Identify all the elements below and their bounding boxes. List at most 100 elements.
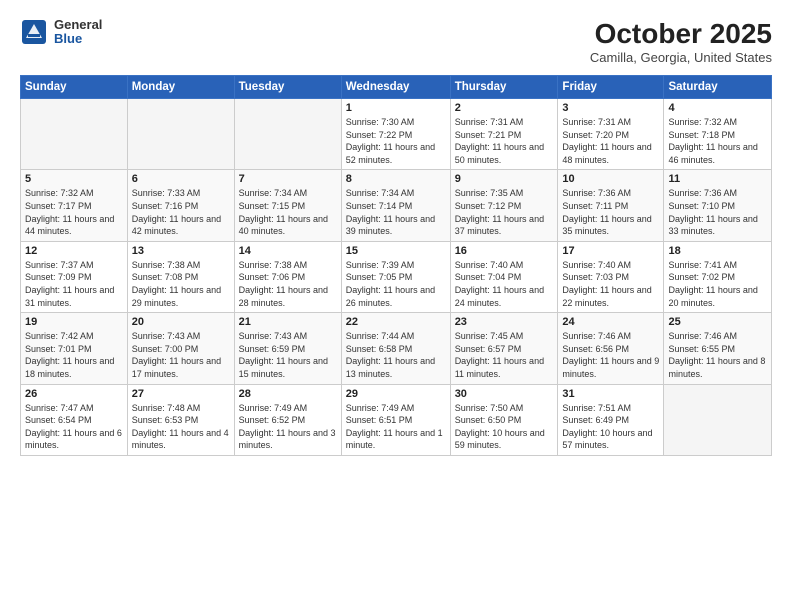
header-row: Sunday Monday Tuesday Wednesday Thursday… bbox=[21, 76, 772, 99]
calendar-cell: 13 Sunrise: 7:38 AM Sunset: 7:08 PM Dayli… bbox=[127, 241, 234, 312]
day-number: 20 bbox=[132, 316, 230, 328]
calendar-cell: 19 Sunrise: 7:42 AM Sunset: 7:01 PM Dayli… bbox=[21, 313, 128, 384]
day-number: 22 bbox=[346, 316, 446, 328]
day-number: 13 bbox=[132, 245, 230, 257]
calendar-cell: 18 Sunrise: 7:41 AM Sunset: 7:02 PM Dayli… bbox=[664, 241, 772, 312]
col-tuesday: Tuesday bbox=[234, 76, 341, 99]
logo-blue-text: Blue bbox=[54, 32, 102, 46]
calendar-cell: 8Sunrise: 7:34 AM Sunset: 7:14 PM Daylig… bbox=[341, 170, 450, 241]
week-row-1: 1 Sunrise: 7:30 AM Sunset: 7:22 PM Daylig… bbox=[21, 99, 772, 170]
day-info: Sunrise: 7:34 AM Sunset: 7:15 PM Dayligh… bbox=[239, 187, 337, 237]
day-info: Sunrise: 7:46 AM Sunset: 6:55 PM Dayligh… bbox=[668, 330, 767, 380]
day-info: Sunrise: 7:32 AM Sunset: 7:17 PM Dayligh… bbox=[25, 187, 123, 237]
day-info: Sunrise: 7:46 AM Sunset: 6:56 PM Dayligh… bbox=[562, 330, 659, 380]
day-number: 4 bbox=[668, 102, 767, 114]
calendar-cell: 16 Sunrise: 7:40 AM Sunset: 7:04 PM Dayli… bbox=[450, 241, 558, 312]
day-number: 5 bbox=[25, 173, 123, 185]
calendar-cell: 4 Sunrise: 7:32 AM Sunset: 7:18 PM Daylig… bbox=[664, 99, 772, 170]
day-number: 14 bbox=[239, 245, 337, 257]
day-info: Sunrise: 7:38 AM Sunset: 7:06 PM Dayligh… bbox=[239, 259, 337, 309]
calendar-cell bbox=[234, 99, 341, 170]
calendar-cell bbox=[664, 384, 772, 455]
day-number: 23 bbox=[455, 316, 554, 328]
day-info: Sunrise: 7:42 AM Sunset: 7:01 PM Dayligh… bbox=[25, 330, 123, 380]
day-info: Sunrise: 7:32 AM Sunset: 7:18 PM Dayligh… bbox=[668, 116, 767, 166]
day-info: Sunrise: 7:31 AM Sunset: 7:21 PM Dayligh… bbox=[455, 116, 554, 166]
day-info: Sunrise: 7:40 AM Sunset: 7:04 PM Dayligh… bbox=[455, 259, 554, 309]
week-row-4: 19 Sunrise: 7:42 AM Sunset: 7:01 PM Dayli… bbox=[21, 313, 772, 384]
day-info: Sunrise: 7:36 AM Sunset: 7:11 PM Dayligh… bbox=[562, 187, 659, 237]
calendar-cell: 25Sunrise: 7:46 AM Sunset: 6:55 PM Dayli… bbox=[664, 313, 772, 384]
day-number: 10 bbox=[562, 173, 659, 185]
day-info: Sunrise: 7:30 AM Sunset: 7:22 PM Dayligh… bbox=[346, 116, 446, 166]
day-info: Sunrise: 7:48 AM Sunset: 6:53 PM Dayligh… bbox=[132, 402, 230, 452]
logo-icon bbox=[20, 18, 48, 46]
day-number: 2 bbox=[455, 102, 554, 114]
day-info: Sunrise: 7:41 AM Sunset: 7:02 PM Dayligh… bbox=[668, 259, 767, 309]
day-number: 1 bbox=[346, 102, 446, 114]
col-sunday: Sunday bbox=[21, 76, 128, 99]
day-number: 21 bbox=[239, 316, 337, 328]
day-number: 31 bbox=[562, 388, 659, 400]
calendar-cell: 10 Sunrise: 7:36 AM Sunset: 7:11 PM Dayli… bbox=[558, 170, 664, 241]
calendar-cell bbox=[21, 99, 128, 170]
calendar-cell: 23Sunrise: 7:45 AM Sunset: 6:57 PM Dayli… bbox=[450, 313, 558, 384]
col-wednesday: Wednesday bbox=[341, 76, 450, 99]
calendar-cell: 9 Sunrise: 7:35 AM Sunset: 7:12 PM Daylig… bbox=[450, 170, 558, 241]
day-number: 30 bbox=[455, 388, 554, 400]
day-info: Sunrise: 7:47 AM Sunset: 6:54 PM Dayligh… bbox=[25, 402, 123, 452]
calendar-cell: 1 Sunrise: 7:30 AM Sunset: 7:22 PM Daylig… bbox=[341, 99, 450, 170]
title-block: October 2025 Camilla, Georgia, United St… bbox=[590, 18, 772, 65]
page: General Blue October 2025 Camilla, Georg… bbox=[0, 0, 792, 612]
day-info: Sunrise: 7:37 AM Sunset: 7:09 PM Dayligh… bbox=[25, 259, 123, 309]
col-saturday: Saturday bbox=[664, 76, 772, 99]
day-info: Sunrise: 7:39 AM Sunset: 7:05 PM Dayligh… bbox=[346, 259, 446, 309]
day-number: 11 bbox=[668, 173, 767, 185]
calendar-cell: 22 Sunrise: 7:44 AM Sunset: 6:58 PM Dayli… bbox=[341, 313, 450, 384]
day-number: 12 bbox=[25, 245, 123, 257]
logo-text: General Blue bbox=[54, 18, 102, 47]
day-number: 18 bbox=[668, 245, 767, 257]
day-info: Sunrise: 7:51 AM Sunset: 6:49 PM Dayligh… bbox=[562, 402, 659, 452]
day-number: 26 bbox=[25, 388, 123, 400]
day-number: 9 bbox=[455, 173, 554, 185]
day-info: Sunrise: 7:31 AM Sunset: 7:20 PM Dayligh… bbox=[562, 116, 659, 166]
calendar-cell: 30 Sunrise: 7:50 AM Sunset: 6:50 PM Dayli… bbox=[450, 384, 558, 455]
day-info: Sunrise: 7:34 AM Sunset: 7:14 PM Dayligh… bbox=[346, 187, 446, 237]
day-number: 19 bbox=[25, 316, 123, 328]
day-info: Sunrise: 7:50 AM Sunset: 6:50 PM Dayligh… bbox=[455, 402, 554, 452]
col-thursday: Thursday bbox=[450, 76, 558, 99]
day-number: 24 bbox=[562, 316, 659, 328]
day-number: 6 bbox=[132, 173, 230, 185]
calendar-cell: 12 Sunrise: 7:37 AM Sunset: 7:09 PM Dayli… bbox=[21, 241, 128, 312]
week-row-2: 5 Sunrise: 7:32 AM Sunset: 7:17 PM Daylig… bbox=[21, 170, 772, 241]
logo: General Blue bbox=[20, 18, 102, 47]
calendar-cell: 5 Sunrise: 7:32 AM Sunset: 7:17 PM Daylig… bbox=[21, 170, 128, 241]
calendar-cell: 21Sunrise: 7:43 AM Sunset: 6:59 PM Dayli… bbox=[234, 313, 341, 384]
calendar-cell: 17Sunrise: 7:40 AM Sunset: 7:03 PM Dayli… bbox=[558, 241, 664, 312]
day-info: Sunrise: 7:40 AM Sunset: 7:03 PM Dayligh… bbox=[562, 259, 659, 309]
header: General Blue October 2025 Camilla, Georg… bbox=[20, 18, 772, 65]
logo-general-text: General bbox=[54, 18, 102, 32]
calendar-cell: 31 Sunrise: 7:51 AM Sunset: 6:49 PM Dayli… bbox=[558, 384, 664, 455]
day-number: 16 bbox=[455, 245, 554, 257]
day-info: Sunrise: 7:35 AM Sunset: 7:12 PM Dayligh… bbox=[455, 187, 554, 237]
day-info: Sunrise: 7:44 AM Sunset: 6:58 PM Dayligh… bbox=[346, 330, 446, 380]
calendar-cell: 15 Sunrise: 7:39 AM Sunset: 7:05 PM Dayli… bbox=[341, 241, 450, 312]
calendar: Sunday Monday Tuesday Wednesday Thursday… bbox=[20, 75, 772, 456]
day-info: Sunrise: 7:49 AM Sunset: 6:51 PM Dayligh… bbox=[346, 402, 446, 452]
week-row-5: 26 Sunrise: 7:47 AM Sunset: 6:54 PM Dayli… bbox=[21, 384, 772, 455]
calendar-cell: 20Sunrise: 7:43 AM Sunset: 7:00 PM Dayli… bbox=[127, 313, 234, 384]
day-info: Sunrise: 7:49 AM Sunset: 6:52 PM Dayligh… bbox=[239, 402, 337, 452]
calendar-cell: 3Sunrise: 7:31 AM Sunset: 7:20 PM Daylig… bbox=[558, 99, 664, 170]
day-number: 28 bbox=[239, 388, 337, 400]
day-number: 15 bbox=[346, 245, 446, 257]
day-number: 27 bbox=[132, 388, 230, 400]
day-number: 7 bbox=[239, 173, 337, 185]
day-number: 29 bbox=[346, 388, 446, 400]
day-info: Sunrise: 7:38 AM Sunset: 7:08 PM Dayligh… bbox=[132, 259, 230, 309]
calendar-cell: 26 Sunrise: 7:47 AM Sunset: 6:54 PM Dayli… bbox=[21, 384, 128, 455]
calendar-cell: 6Sunrise: 7:33 AM Sunset: 7:16 PM Daylig… bbox=[127, 170, 234, 241]
calendar-cell: 24 Sunrise: 7:46 AM Sunset: 6:56 PM Dayli… bbox=[558, 313, 664, 384]
location: Camilla, Georgia, United States bbox=[590, 50, 772, 65]
